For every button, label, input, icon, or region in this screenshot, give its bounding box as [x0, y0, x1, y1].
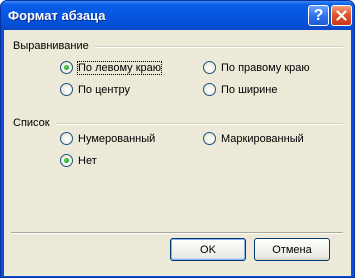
- radio-label: Нумерованный: [78, 132, 156, 145]
- radio-align-justify[interactable]: По ширине: [203, 83, 278, 96]
- radio-align-right[interactable]: По правому краю: [203, 61, 310, 74]
- help-icon: ?: [313, 6, 324, 24]
- radio-label: По левому краю: [77, 60, 162, 75]
- radio-list-numbered[interactable]: Нумерованный: [60, 132, 155, 145]
- radio-label: По ширине: [221, 83, 278, 96]
- bottom-separator: [11, 232, 343, 234]
- alignment-group-label: Выравнивание: [13, 40, 95, 52]
- help-button[interactable]: ?: [308, 5, 329, 26]
- dialog-window: Формат абзаца ? Выравнивание По левому к…: [0, 0, 355, 278]
- window-title: Формат абзаца: [8, 8, 106, 23]
- radio-button[interactable]: [60, 132, 73, 145]
- radio-checked-dot: [64, 65, 69, 70]
- radio-label: Нет: [78, 154, 97, 167]
- dialog-body: Выравнивание По левому краю По правому к…: [4, 30, 351, 276]
- close-icon: [336, 10, 347, 21]
- radio-button[interactable]: [203, 61, 216, 74]
- radio-label: По центру: [78, 83, 130, 96]
- close-button[interactable]: [331, 5, 352, 26]
- list-group-line: [13, 123, 343, 125]
- radio-label: По правому краю: [221, 61, 310, 74]
- radio-checked-dot: [64, 158, 69, 163]
- radio-button[interactable]: [60, 61, 73, 74]
- radio-list-none[interactable]: Нет: [60, 154, 97, 167]
- radio-button[interactable]: [60, 154, 73, 167]
- radio-button[interactable]: [60, 83, 73, 96]
- radio-list-bulleted[interactable]: Маркированный: [203, 132, 304, 145]
- ok-button[interactable]: OK: [170, 238, 246, 261]
- radio-button[interactable]: [203, 83, 216, 96]
- radio-align-center[interactable]: По центру: [60, 83, 130, 96]
- radio-label: Маркированный: [221, 132, 304, 145]
- radio-button[interactable]: [203, 132, 216, 145]
- list-group-label: Список: [13, 117, 56, 129]
- cancel-button[interactable]: Отмена: [254, 238, 330, 261]
- title-bar[interactable]: Формат абзаца ?: [1, 1, 354, 30]
- radio-align-left[interactable]: По левому краю: [60, 60, 162, 75]
